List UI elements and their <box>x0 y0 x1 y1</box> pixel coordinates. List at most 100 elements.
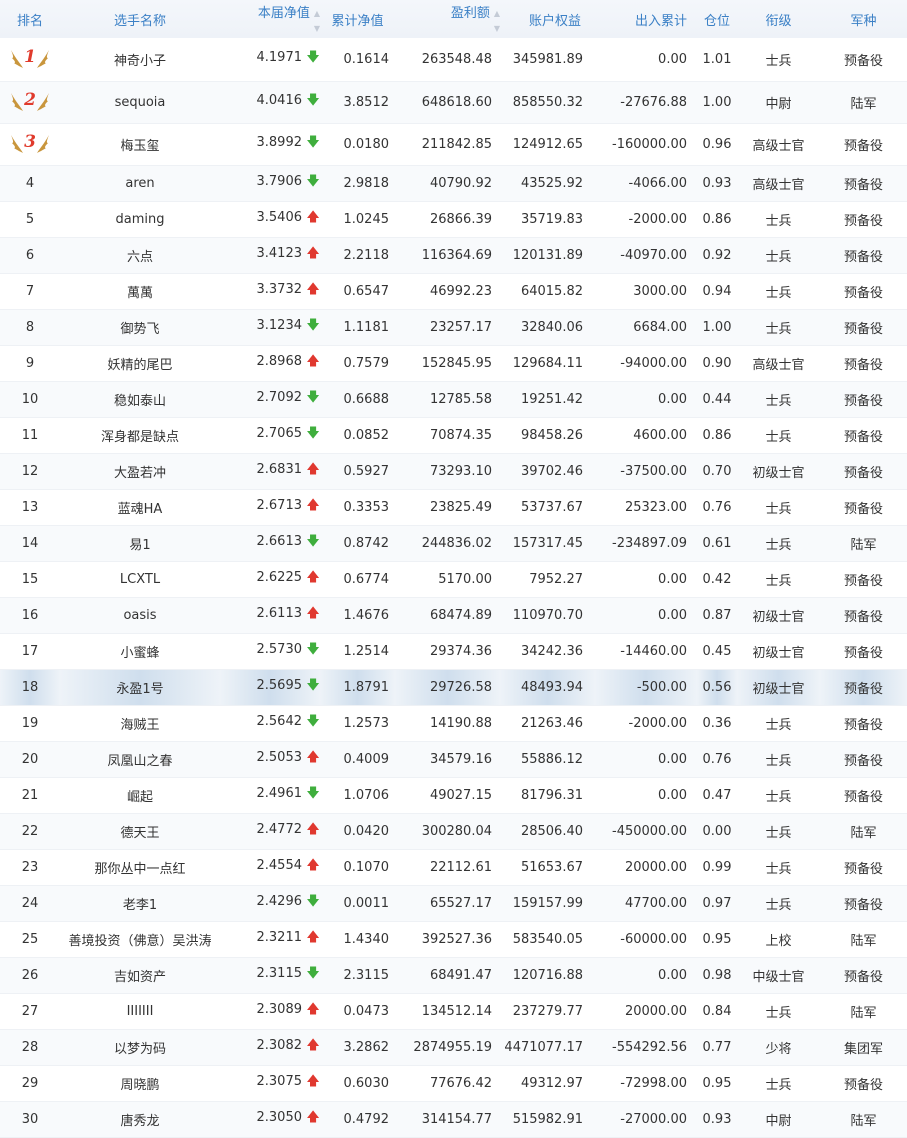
table-row[interactable]: 1 神奇小子 4.1971 🡇 0.1614 263548.48 345981.89 0.00… <box>0 38 907 82</box>
table-row[interactable]: 11 浑身都是缺点 2.7065 🡇 0.0852 70874.35 98458.26 460… <box>0 417 907 454</box>
table-row[interactable]: 28 以梦为码 2.3082 🡅 3.2862 2874955.19 4471077.17-… <box>0 1029 907 1066</box>
table-row[interactable]: 4 aren 3.7906 🡇 2.9818 40790.92 43525.92 -4066.… <box>0 165 907 202</box>
nav-value: 2.3075 <box>256 1074 303 1089</box>
player-name[interactable]: IIIIIII <box>60 993 220 1030</box>
position-value: 0.77 <box>697 1029 737 1066</box>
table-row[interactable]: 30 唐秀龙 2.3050 🡅 0.4792 314154.77 515982.91 -270… <box>0 1101 907 1138</box>
col-nav[interactable]: 本届净值 ▲ ▼ <box>220 0 320 38</box>
player-name[interactable]: 浑身都是缺点 <box>60 417 220 454</box>
player-name[interactable]: 海贼王 <box>60 705 220 742</box>
player-name[interactable]: 永盈1号 <box>60 669 220 706</box>
player-name[interactable]: 那你丛中一点红 <box>60 849 220 886</box>
player-name[interactable]: 梅玉玺 <box>60 123 220 166</box>
table-row[interactable]: 14 易1 2.6613 🡇 0.8742 244836.02 157317.45 -2348… <box>0 525 907 562</box>
position-value: 1.00 <box>697 81 737 124</box>
player-name[interactable]: 大盈若冲 <box>60 453 220 490</box>
sort-icon[interactable]: ▲ ▼ <box>314 9 320 33</box>
table-row[interactable]: 21 崛起 2.4961 🡇 1.0706 49027.15 81796.31 0.00 0.4… <box>0 777 907 814</box>
army-value: 预备役 <box>820 123 907 166</box>
player-name[interactable]: 德天王 <box>60 813 220 850</box>
player-name[interactable]: LCXTL <box>60 561 220 598</box>
table-row[interactable]: 16 oasis 2.6113 🡅 1.4676 68474.89 110970.70 0.0… <box>0 597 907 634</box>
cum-nav-value: 1.2514 <box>320 633 395 670</box>
col-title[interactable]: 衔级 <box>737 0 820 38</box>
player-name[interactable]: 老李1 <box>60 885 220 922</box>
cum-nav-value: 0.0852 <box>320 417 395 454</box>
col-equity[interactable]: 账户权益 <box>500 0 595 38</box>
col-rank[interactable]: 排名 <box>0 0 60 38</box>
rank-cell: 20 <box>0 741 60 778</box>
player-name[interactable]: 吉如资产 <box>60 957 220 994</box>
col-profit[interactable]: 盈利额 ▲ ▼ <box>395 0 500 38</box>
title-value: 士兵 <box>737 489 820 526</box>
table-row[interactable]: 29 周晓鹏 2.3075 🡅 0.6030 77676.42 49312.97 -72998… <box>0 1065 907 1102</box>
profit-value: 2874955.19 <box>395 1029 500 1066</box>
player-name[interactable]: sequoia <box>60 81 220 124</box>
player-name[interactable]: oasis <box>60 597 220 634</box>
player-name[interactable]: 小蜜蜂 <box>60 633 220 670</box>
player-name[interactable]: aren <box>60 165 220 202</box>
army-value: 陆军 <box>820 993 907 1030</box>
table-row[interactable]: 25 善境投资（佛意）吴洪涛 2.3211 🡅 1.4340 392527.36 58354… <box>0 921 907 958</box>
player-name[interactable]: 神奇小子 <box>60 38 220 82</box>
table-row[interactable]: 6 六点 3.4123 🡅 2.2118 116364.69 120131.89 -40970… <box>0 237 907 274</box>
title-value: 士兵 <box>737 201 820 238</box>
player-name[interactable]: daming <box>60 201 220 238</box>
player-name[interactable]: 妖精的尾巴 <box>60 345 220 382</box>
col-cum-nav[interactable]: 累计净值 <box>320 0 395 38</box>
player-name[interactable]: 御势飞 <box>60 309 220 346</box>
table-row[interactable]: 15 LCXTL 2.6225 🡅 0.6774 5170.00 7952.27 0.00 0.… <box>0 561 907 598</box>
army-value: 预备役 <box>820 633 907 670</box>
player-name[interactable]: 以梦为码 <box>60 1029 220 1066</box>
flow-value: 47700.00 <box>595 885 697 922</box>
table-row[interactable]: 9 妖精的尾巴 2.8968 🡅 0.7579 152845.95 129684.11 -94… <box>0 345 907 382</box>
arrow-up-icon: 🡅 <box>306 1002 320 1017</box>
table-row[interactable]: 17 小蜜蜂 2.5730 🡇 1.2514 29374.36 34242.36 -14460… <box>0 633 907 670</box>
player-name[interactable]: 凤凰山之春 <box>60 741 220 778</box>
table-row[interactable]: 5 daming 3.5406 🡅 1.0245 26866.39 35719.83 -200… <box>0 201 907 238</box>
arrow-down-icon: 🡇 <box>306 50 320 66</box>
player-name[interactable]: 崛起 <box>60 777 220 814</box>
table-row[interactable]: 22 德天王 2.4772 🡅 0.0420 300280.04 28506.40 -4500… <box>0 813 907 850</box>
table-row[interactable]: 12 大盈若冲 2.6831 🡅 0.5927 73293.10 39702.46 -3750… <box>0 453 907 490</box>
position-value: 0.56 <box>697 669 737 706</box>
arrow-down-icon: 🡇 <box>306 174 320 189</box>
col-position[interactable]: 仓位 <box>697 0 737 38</box>
position-value: 0.76 <box>697 489 737 526</box>
col-army[interactable]: 军种 <box>820 0 907 38</box>
sort-icon[interactable]: ▲ ▼ <box>494 9 500 33</box>
table-row[interactable]: 23 那你丛中一点红 2.4554 🡅 0.1070 22112.61 51653.67 20… <box>0 849 907 886</box>
player-name[interactable]: 唐秀龙 <box>60 1101 220 1138</box>
table-row[interactable]: 27 IIIIIII 2.3089 🡅 0.0473 134512.14 237279.77… <box>0 993 907 1030</box>
table-row[interactable]: 18 永盈1号 2.5695 🡇 1.8791 29726.58 48493.94 -500.… <box>0 669 907 706</box>
table-row[interactable]: 19 海贼王 2.5642 🡇 1.2573 14190.88 21263.46 -2000.… <box>0 705 907 742</box>
player-name[interactable]: 善境投资（佛意）吴洪涛 <box>60 921 220 958</box>
col-name[interactable]: 选手名称 <box>60 0 220 38</box>
table-row[interactable]: 13 蓝魂HA 2.6713 🡅 0.3353 23825.49 53737.67 25323… <box>0 489 907 526</box>
profit-value: 23825.49 <box>395 489 500 526</box>
table-row[interactable]: 10 稳如泰山 2.7092 🡇 0.6688 12785.58 19251.42 0.00 0… <box>0 381 907 418</box>
player-name[interactable]: 六点 <box>60 237 220 274</box>
table-row[interactable]: 8 御势飞 3.1234 🡇 1.1181 23257.17 32840.06 6684.00… <box>0 309 907 346</box>
player-name[interactable]: 稳如泰山 <box>60 381 220 418</box>
table-row[interactable]: 7 萬萬 3.3732 🡅 0.6547 46992.23 64015.82 3000.00 0… <box>0 273 907 310</box>
rank-number: 8 <box>25 319 35 335</box>
army-value: 预备役 <box>820 561 907 598</box>
table-row[interactable]: 26 吉如资产 2.3115 🡇 2.3115 68491.47 120716.88 0.00… <box>0 957 907 994</box>
position-value: 0.00 <box>697 813 737 850</box>
table-row[interactable]: 3 梅玉玺 3.8992 🡇 0.0180 211842.85 124912.65 -1600… <box>0 123 907 166</box>
player-name[interactable]: 蓝魂HA <box>60 489 220 526</box>
table-row[interactable]: 24 老李1 2.4296 🡇 0.0011 65527.17 159157.99 47700… <box>0 885 907 922</box>
player-name[interactable]: 周晓鹏 <box>60 1065 220 1102</box>
col-flow[interactable]: 出入累计 <box>595 0 697 38</box>
player-name[interactable]: 易1 <box>60 525 220 562</box>
player-name[interactable]: 萬萬 <box>60 273 220 310</box>
position-value: 0.95 <box>697 1065 737 1102</box>
position-value: 0.94 <box>697 273 737 310</box>
table-row[interactable]: 20 凤凰山之春 2.5053 🡅 0.4009 34579.16 55886.12 0.00… <box>0 741 907 778</box>
rank-number: 14 <box>21 535 39 551</box>
title-value: 士兵 <box>737 38 820 82</box>
table-row[interactable]: 2 sequoia 4.0416 🡇 3.8512 648618.60 858550.32-… <box>0 81 907 124</box>
rank-number: 30 <box>21 1111 39 1127</box>
rank-cell: 11 <box>0 417 60 454</box>
